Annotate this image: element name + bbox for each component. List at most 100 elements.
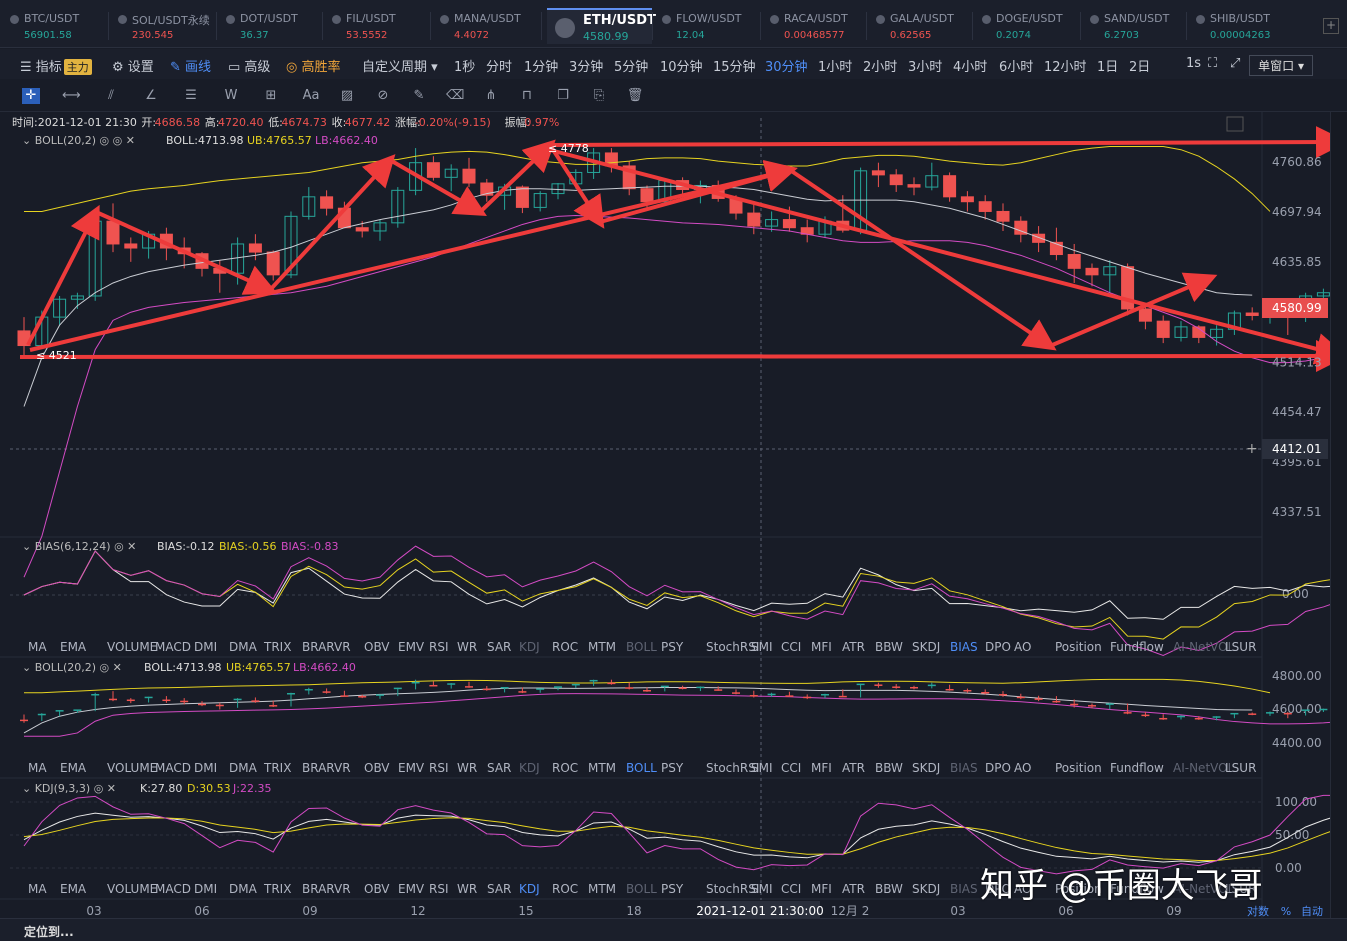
angle-icon[interactable]: ∠ [142,88,160,104]
period-4[interactable]: 5分钟 [614,56,648,75]
locate-button[interactable]: 定位到... [24,923,74,940]
tab-sand-usdt[interactable]: SAND/USDT 6.2703 [1086,8,1186,44]
winrate-button[interactable]: ◎ 高胜率 [286,56,340,75]
bias-legend-name: ⌄ BIAS(6,12,24) ◎ ✕ [22,540,136,553]
indicator-tab-vr: VR [334,640,351,654]
add-tab-icon[interactable]: + [1323,18,1339,34]
tab-mana-usdt[interactable]: MANA/USDT 4.4072 [436,8,541,44]
trash-icon[interactable]: 🗑 [626,88,644,104]
tab-sol-usdt-[interactable]: SOL/USDT永续 230.545 [114,8,216,44]
period-2[interactable]: 1分钟 [524,56,558,75]
main-badge: 主力 [63,59,92,75]
tab-btc-usdt[interactable]: BTC/USDT 56901.58 [6,8,108,44]
period-5[interactable]: 10分钟 [660,56,703,75]
trend-arrow [19,340,1330,373]
period-3[interactable]: 3分钟 [569,56,603,75]
indicator-tab-trix: TRIX [263,640,291,654]
indicator-tab-ma: MA [28,882,47,896]
tab-price: 56901.58 [24,30,72,41]
indicator-tab-smi: SMI [751,761,773,775]
indicator-tab-sar: SAR [487,761,511,775]
advanced-button[interactable]: ▭ 高级 [228,56,270,75]
custom-period-dropdown[interactable]: 自定义周期 ▾ [362,56,438,75]
measure-icon[interactable]: ⋔ [482,88,500,104]
info-line-item: 4720.40 [218,116,264,129]
right-scroll-gutter[interactable] [1330,112,1347,918]
period-9[interactable]: 2小时 [863,56,897,75]
text-icon[interactable]: Aa [302,88,320,104]
wave-icon[interactable]: W [222,88,240,104]
ray-icon[interactable]: ⫽ [102,88,120,104]
period-14[interactable]: 1日 [1097,56,1118,75]
tab-gala-usdt[interactable]: GALA/USDT 0.62565 [872,8,972,44]
indicator-tab-dpo: DPO [985,640,1011,654]
candle-body [320,196,334,209]
crosshair-time-label: 2021-12-01 21:30:00 [696,904,823,918]
tab-eth-usdt[interactable]: ETH/USDT 4580.99 [547,8,656,44]
coin-icon [982,15,991,24]
tab-symbol: FLOW/USDT [676,12,742,25]
bias-2-value: BIAS:-0.56 [219,540,276,553]
tab-shib-usdt[interactable]: SHIB/USDT 0.00004263 [1192,8,1292,44]
crosshair-icon[interactable]: ✛ [22,88,40,104]
tab-doge-usdt[interactable]: DOGE/USDT 0.2074 [978,8,1080,44]
period-7[interactable]: 30分钟 [765,56,808,75]
channel-icon[interactable]: ☰ [182,88,200,104]
candle-body [1067,254,1081,269]
period-15[interactable]: 2日 [1129,56,1150,75]
tab-symbol: SOL/USDT永续 [132,14,210,27]
period-1[interactable]: 分时 [486,56,512,75]
tab-flow-usdt[interactable]: FLOW/USDT 12.04 [658,8,760,44]
indicator-tab-psy: PSY [661,640,684,654]
interval-label[interactable]: 1s [1186,56,1201,71]
period-0[interactable]: 1秒 [454,56,475,75]
indicator-tab-ma: MA [28,640,47,654]
tab-symbol: DOGE/USDT [996,12,1063,25]
indicator-tab-bbw: BBW [875,761,903,775]
eraser-icon[interactable]: ⌫ [446,88,464,104]
magnet-icon[interactable]: ⊘ [374,88,392,104]
period-11[interactable]: 4小时 [953,56,987,75]
period-12[interactable]: 6小时 [999,56,1033,75]
tab-price: 6.2703 [1104,30,1139,41]
pen-icon[interactable]: ✎ [410,88,428,104]
period-8[interactable]: 1小时 [818,56,852,75]
max-price-annotation: ≤ 4778 [548,142,589,155]
copy-icon[interactable]: ❐ [554,88,572,104]
draw-button[interactable]: ✎ 画线 [170,56,211,75]
fib-icon[interactable]: ▨ [338,88,356,104]
candle-body [426,162,440,178]
indicator-tab-brar: BRAR [302,882,335,896]
template-icon[interactable]: ⎘ [590,88,608,104]
indicator-tab-ema: EMA [60,761,87,775]
fullscreen-icon[interactable]: ⛶ [1208,56,1217,71]
indicator-tab-bias: BIAS [950,882,978,896]
period-10[interactable]: 3小时 [908,56,942,75]
settings-button[interactable]: ⚙ 设置 [112,56,154,75]
indicator-tab-skdj: SKDJ [912,882,940,896]
single-window-dropdown[interactable]: 单窗口 ▾ [1249,55,1313,76]
boll-mid-value: BOLL:4713.98 [166,134,243,147]
tab-fil-usdt[interactable]: FIL/USDT 53.5552 [328,8,430,44]
period-6[interactable]: 15分钟 [713,56,756,75]
indicator-tab-kdj: KDJ [519,882,540,896]
tab-price: 4.4072 [454,30,489,41]
rect-icon[interactable]: ⊞ [262,88,280,104]
info-line-item: -0.20%(-9.15) [415,116,491,129]
period-13[interactable]: 12小时 [1044,56,1087,75]
tab-symbol: ETH/USDT [583,13,656,28]
boll2-lb-value: LB:4662.40 [293,661,356,674]
line-icon[interactable]: ⟷ [62,88,81,104]
indicator-tab-dmi: DMI [194,761,217,775]
tab-price: 0.2074 [996,30,1031,41]
chart-area[interactable]: 4760.864697.944635.854514.134454.474395.… [0,112,1330,918]
candle-body [124,243,138,249]
candle-body [996,210,1010,222]
lock-icon[interactable]: ⊓ [518,88,536,104]
popout-icon[interactable]: ⤢ [1230,56,1240,71]
indicator-button[interactable]: ☰ 指标 主力 [20,56,92,75]
tab-raca-usdt[interactable]: RACA/USDT 0.00468577 [766,8,866,44]
tab-dot-usdt[interactable]: DOT/USDT 36.37 [222,8,322,44]
boll2-ub-value: UB:4765.57 [226,661,291,674]
tab-divider [972,12,973,40]
